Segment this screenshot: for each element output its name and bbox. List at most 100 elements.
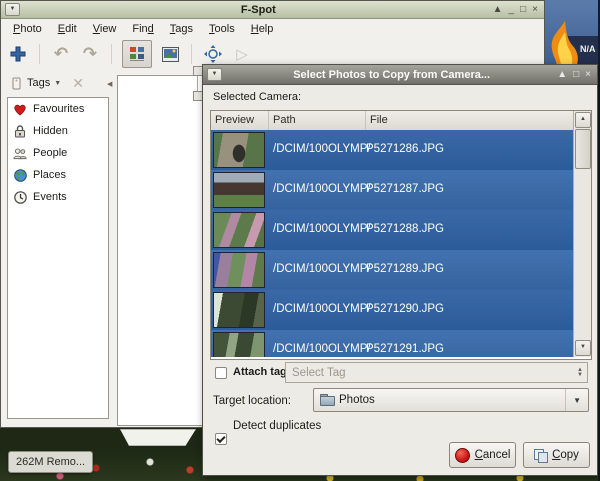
sidebar-item-hidden[interactable]: Hidden — [8, 120, 108, 142]
close-button[interactable]: × — [532, 5, 538, 15]
slideshow-button[interactable]: ▷ — [231, 43, 253, 65]
table-row[interactable]: /DCIM/100OLYMP/P5271288.JPG — [211, 210, 573, 250]
photo-thumbnail — [213, 172, 265, 208]
photo-list: Preview Path File /DCIM/100OLYMP/P527128… — [210, 110, 592, 360]
detect-duplicates-checkbox[interactable] — [215, 433, 227, 445]
sidebar-item-label: Favourites — [33, 103, 84, 115]
plus-icon — [10, 46, 26, 62]
copy-button[interactable]: Copy — [523, 442, 590, 468]
sidebar-item-label: Hidden — [33, 125, 68, 137]
menubar: PhotoEditViewFind TagsToolsHelp — [1, 19, 550, 39]
edit-image-view-icon — [162, 47, 179, 62]
minimize-button[interactable]: _ — [509, 5, 515, 15]
menu-photo[interactable]: Photo — [7, 21, 48, 37]
volume-taskbar-item[interactable]: 262M Remo... — [8, 451, 93, 473]
chevron-down-icon: ▼ — [54, 80, 61, 87]
detect-duplicates-label: Detect duplicates — [233, 420, 321, 432]
lock-icon — [13, 124, 27, 138]
copy-button-label: Copy — [552, 449, 579, 461]
photo-thumbnail — [213, 292, 265, 328]
menu-edit[interactable]: Edit — [52, 21, 83, 37]
sidebar-item-people[interactable]: People — [8, 142, 108, 164]
scroll-down-button[interactable]: ▼ — [575, 340, 591, 356]
clock-icon — [13, 190, 27, 204]
shade-button[interactable]: ▲ — [493, 5, 503, 15]
selected-camera-label: Selected Camera: — [213, 91, 301, 103]
photo-path: /DCIM/100OLYMP/ — [273, 263, 371, 275]
chevron-down-icon: ▼ — [565, 389, 588, 411]
maximize-button[interactable]: □ — [520, 5, 526, 15]
photo-path: /DCIM/100OLYMP/ — [273, 343, 371, 355]
browse-view-button[interactable] — [122, 40, 152, 68]
play-icon: ▷ — [236, 45, 248, 63]
wallpaper-greenhouse-shape — [120, 429, 196, 446]
add-photos-button[interactable] — [7, 43, 29, 65]
sidebar-item-label: People — [33, 147, 67, 159]
main-window-titlebar[interactable]: ▼ F-Spot ▲ _ □ × — [1, 1, 544, 19]
table-row[interactable]: /DCIM/100OLYMP/P5271289.JPG — [211, 250, 573, 290]
photo-file: P5271290.JPG — [366, 303, 444, 315]
globe-icon — [13, 168, 27, 182]
photo-thumbnail — [213, 132, 265, 168]
dialog-title: Select Photos to Copy from Camera... — [226, 69, 557, 81]
dialog-titlebar[interactable]: ▼ Select Photos to Copy from Camera... ▲… — [203, 65, 597, 85]
target-location-label: Target location: — [213, 395, 291, 407]
cancel-button[interactable]: Cancel — [449, 442, 516, 468]
menu-tools[interactable]: Tools — [203, 21, 241, 37]
sidebar-item-label: Events — [33, 191, 67, 203]
fullscreen-icon — [204, 45, 222, 63]
heart-icon — [13, 102, 27, 116]
tags-sidebar: Favourites Hidden People Places Events — [7, 97, 109, 419]
table-row[interactable]: /DCIM/100OLYMP/P5271290.JPG — [211, 290, 573, 330]
sidebar-item-places[interactable]: Places — [8, 164, 108, 186]
table-row[interactable]: /DCIM/100OLYMP/P5271291.JPG — [211, 330, 573, 357]
edit-image-view-button[interactable] — [159, 43, 181, 65]
desktop-widget-text: N/A — [580, 44, 596, 54]
people-icon — [13, 146, 27, 160]
target-location-dropdown[interactable]: Photos ▼ — [313, 388, 589, 412]
window-menu-button[interactable]: ▼ — [5, 3, 20, 16]
fullscreen-button[interactable] — [202, 43, 224, 65]
copy-icon — [534, 449, 547, 462]
photo-file: P5271291.JPG — [366, 343, 444, 355]
tags-panel-header: Tags ▼ ✕ — [1, 69, 122, 97]
undo-icon: ↶ — [54, 45, 68, 63]
sidebar-item-events[interactable]: Events — [8, 186, 108, 208]
shade-button[interactable]: ▲ — [557, 70, 567, 80]
redo-icon: ↷ — [83, 45, 97, 63]
folder-icon — [320, 394, 335, 406]
tag-icon — [10, 77, 23, 90]
table-row[interactable]: /DCIM/100OLYMP/P5271287.JPG — [211, 170, 573, 210]
menu-tags[interactable]: Tags — [164, 21, 199, 37]
maximize-button[interactable]: □ — [573, 70, 579, 80]
column-header-file[interactable]: File — [366, 111, 573, 130]
photo-path: /DCIM/100OLYMP/ — [273, 143, 371, 155]
photo-thumbnail — [213, 212, 265, 248]
redo-button[interactable]: ↷ — [79, 43, 101, 65]
copy-from-camera-dialog: ▼ Select Photos to Copy from Camera... ▲… — [202, 64, 598, 476]
column-header-path[interactable]: Path — [269, 111, 366, 130]
list-header: Preview Path File — [211, 111, 573, 131]
tags-selector-button[interactable]: Tags ▼ — [7, 75, 64, 92]
menu-view[interactable]: View — [87, 21, 123, 37]
scrollbar-thumb[interactable] — [575, 129, 591, 169]
toolbar-separator — [111, 44, 112, 64]
collapse-pane-arrow[interactable]: ◀ — [107, 80, 112, 88]
menu-find[interactable]: Find — [126, 21, 159, 37]
table-row[interactable]: /DCIM/100OLYMP/P5271286.JPG — [211, 130, 573, 170]
tags-label: Tags — [27, 77, 50, 89]
window-menu-button[interactable]: ▼ — [207, 68, 222, 81]
list-scrollbar[interactable]: ▲ ▼ — [573, 111, 591, 357]
select-tag-combo[interactable]: Select Tag ▲▼ — [285, 362, 588, 383]
undo-button[interactable]: ↶ — [50, 43, 72, 65]
attach-tag-checkbox[interactable] — [215, 367, 227, 379]
spinner-arrows-icon: ▲▼ — [577, 368, 583, 378]
menu-help[interactable]: Help — [245, 21, 280, 37]
sidebar-item-favourites[interactable]: Favourites — [8, 98, 108, 120]
delete-tag-button[interactable]: ✕ — [72, 75, 84, 92]
scroll-up-button[interactable]: ▲ — [575, 112, 591, 128]
column-header-preview[interactable]: Preview — [211, 111, 269, 130]
cancel-button-label: Cancel — [475, 449, 511, 461]
close-button[interactable]: × — [585, 70, 591, 80]
triangle-down-icon: ▼ — [10, 6, 16, 12]
